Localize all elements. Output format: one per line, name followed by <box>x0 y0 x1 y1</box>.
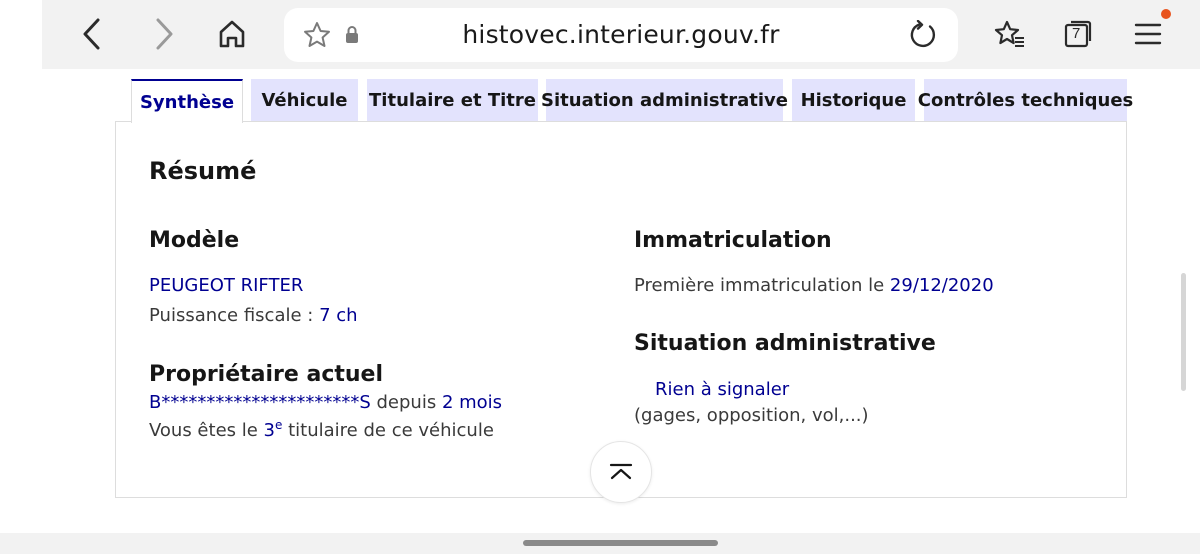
url-text: histovec.interieur.gouv.fr <box>462 20 780 49</box>
home-button[interactable] <box>212 14 252 54</box>
owner-rank-number: 3e <box>263 418 283 441</box>
admin-status: Rien à signaler <box>655 379 790 400</box>
tab-controles-techniques[interactable]: Contrôles techniques <box>918 79 1133 122</box>
notification-dot <box>1161 9 1171 19</box>
owner-rank-digit: 3 <box>263 420 275 441</box>
fiscal-power-value: 7 ch <box>319 305 358 326</box>
registration-date: 29/12/2020 <box>889 275 994 296</box>
tab-historique[interactable]: Historique <box>792 79 915 122</box>
fiscal-power: Puissance fiscale : 7 ch <box>149 305 358 326</box>
forward-button[interactable] <box>144 14 184 54</box>
owner-rank-prefix: Vous êtes le <box>149 420 264 441</box>
tab-bar: Synthèse Véhicule Titulaire et Titre Sit… <box>0 79 1200 123</box>
admin-heading: Situation administrative <box>634 331 936 356</box>
model-name: PEUGEOT RIFTER <box>149 275 304 296</box>
fiscal-power-label: Puissance fiscale : <box>149 305 320 326</box>
tabs-button[interactable]: 7 <box>1058 14 1098 54</box>
admin-details: (gages, opposition, vol,...) <box>634 405 869 426</box>
chevron-left-icon <box>83 18 100 50</box>
scroll-to-top-button[interactable] <box>590 441 652 503</box>
home-indicator[interactable] <box>523 540 718 546</box>
star-list-icon <box>994 20 1024 47</box>
registration-line: Première immatriculation le 29/12/2020 <box>634 275 994 296</box>
back-button[interactable] <box>72 14 112 54</box>
owner-heading: Propriétaire actuel <box>149 362 384 387</box>
bookmarks-button[interactable] <box>990 14 1030 54</box>
scrollbar-thumb[interactable] <box>1181 273 1186 391</box>
reload-icon[interactable] <box>908 20 938 50</box>
tab-situation-administrative[interactable]: Situation administrative <box>541 79 788 122</box>
owner-since-value: 2 mois <box>441 392 503 413</box>
tab-synthese[interactable]: Synthèse <box>131 79 243 123</box>
registration-label: Première immatriculation le <box>634 275 890 296</box>
owner-rank-suffix: titulaire de ce véhicule <box>282 420 494 441</box>
owner-line: B**********************S depuis 2 mois <box>149 392 502 413</box>
chevron-right-icon <box>156 18 173 50</box>
menu-button[interactable] <box>1128 14 1168 54</box>
model-heading: Modèle <box>149 228 240 253</box>
address-bar[interactable]: histovec.interieur.gouv.fr <box>284 8 958 62</box>
tab-count: 7 <box>1072 25 1081 42</box>
registration-heading: Immatriculation <box>634 228 832 253</box>
owner-rank: Vous êtes le 3e titulaire de ce véhicule <box>149 418 494 441</box>
page-title: Résumé <box>149 157 257 185</box>
hamburger-icon <box>1134 23 1162 45</box>
home-icon <box>219 20 245 48</box>
owner-since-label: depuis <box>370 392 442 413</box>
tab-vehicule[interactable]: Véhicule <box>251 79 358 122</box>
tab-titulaire-titre[interactable]: Titulaire et Titre <box>367 79 538 122</box>
arrow-up-to-top-icon <box>609 463 633 480</box>
owner-masked-name: B**********************S <box>149 392 371 413</box>
